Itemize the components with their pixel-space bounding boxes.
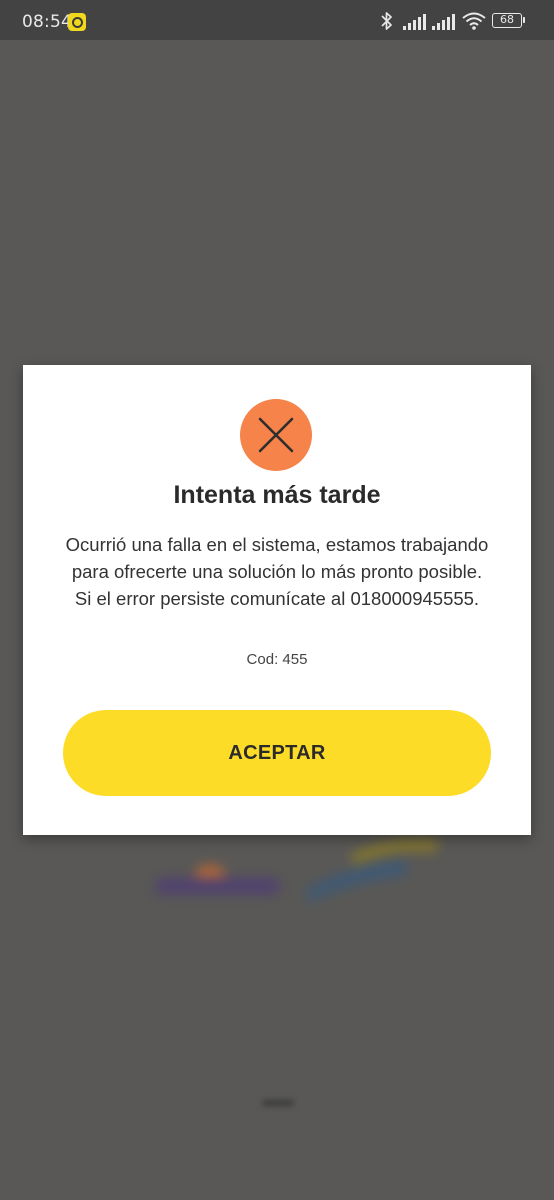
battery-icon: 68 — [492, 13, 525, 28]
app-screen: 08:54 68 Intenta más tarde Ocurrió una f… — [0, 0, 554, 1200]
signal-icon — [432, 14, 455, 30]
status-time: 08:54 — [22, 12, 72, 32]
dialog-title: Intenta más tarde — [173, 481, 381, 509]
error-dialog: Intenta más tarde Ocurrió una falla en e… — [23, 365, 531, 835]
signal-icon — [403, 14, 426, 30]
wifi-icon — [462, 12, 486, 30]
bluetooth-icon — [381, 12, 392, 30]
background-footer — [258, 1095, 298, 1111]
dialog-message: Ocurrió una falla en el sistema, estamos… — [65, 534, 489, 609]
background-logo — [155, 839, 440, 902]
accept-button[interactable]: ACEPTAR — [63, 710, 491, 796]
error-code: Cod: 455 — [246, 651, 308, 668]
notification-badge-icon — [68, 13, 86, 31]
status-bar: 08:54 68 — [0, 0, 554, 40]
close-icon — [240, 399, 312, 471]
